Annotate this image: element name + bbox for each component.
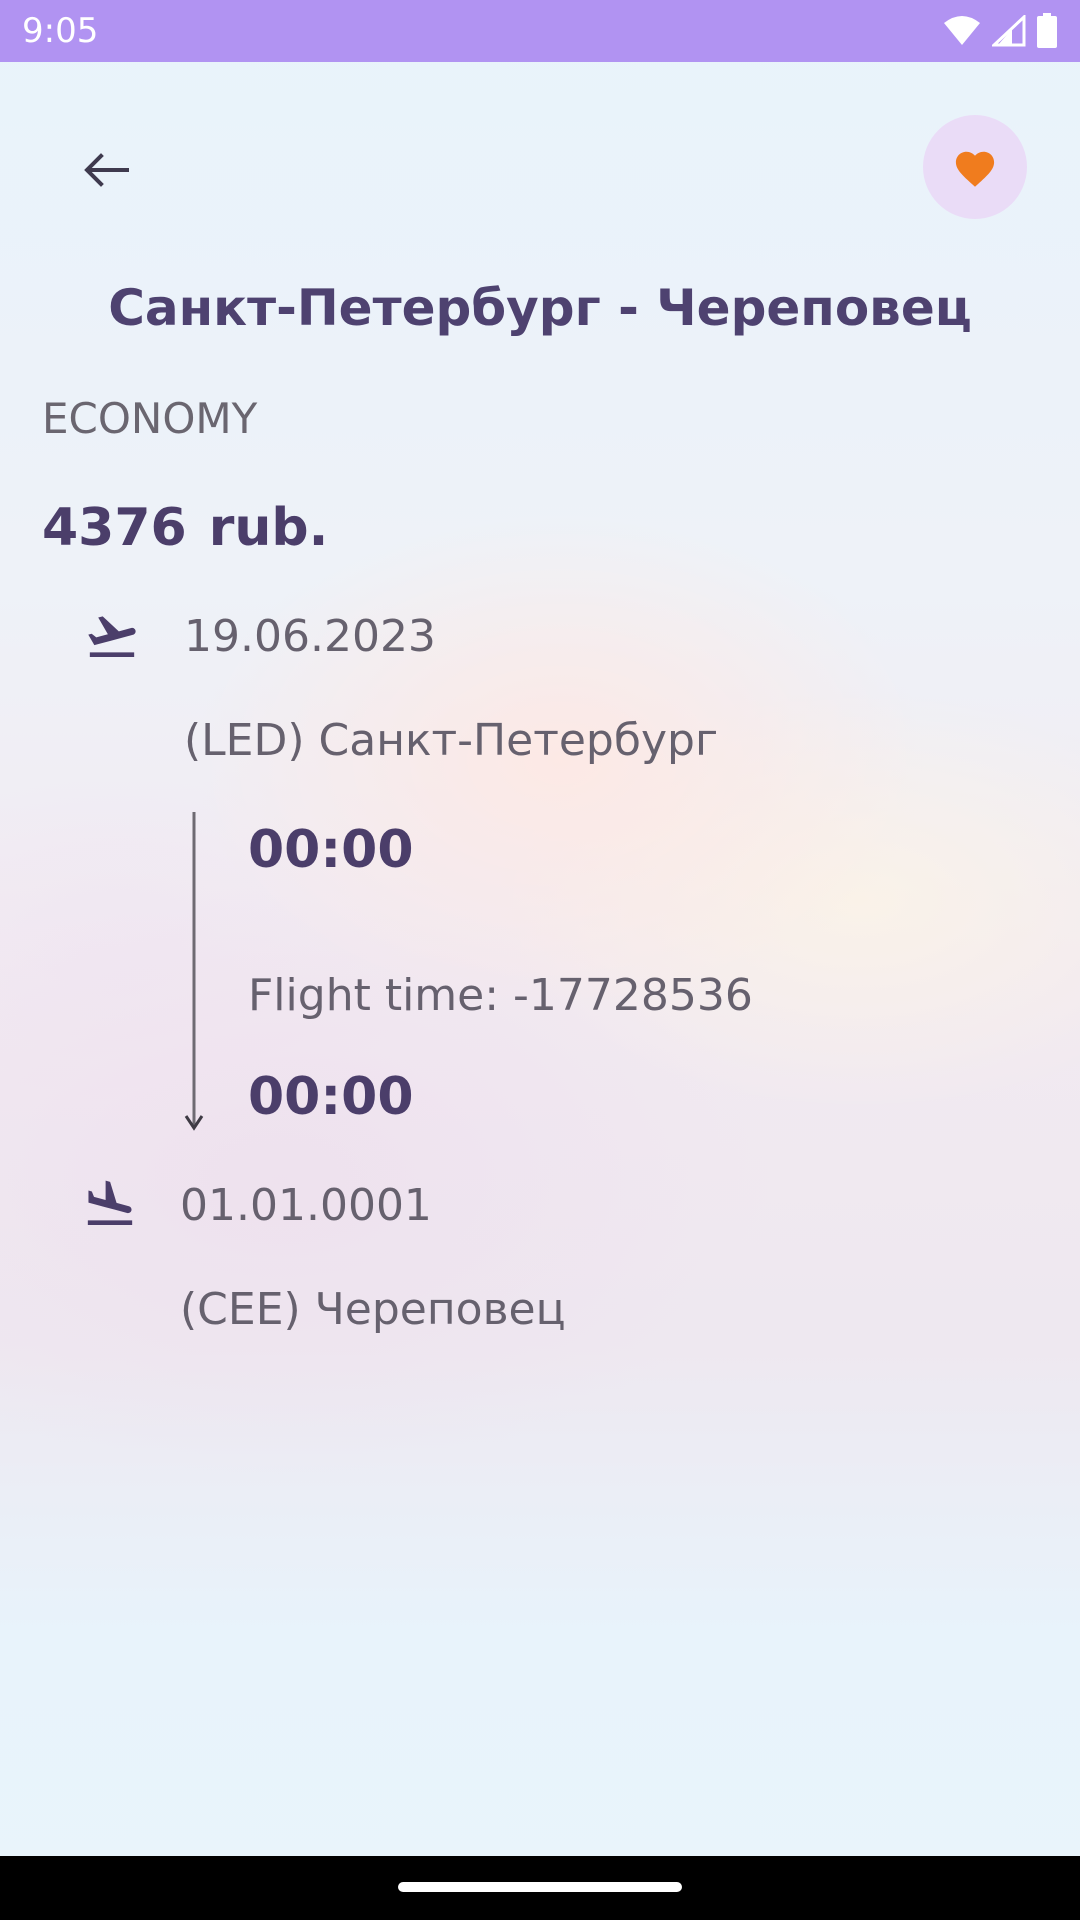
arrival-date: 01.01.0001 (180, 1180, 432, 1231)
arrival-time: 00:00 (248, 1067, 414, 1127)
departure-date: 19.06.2023 (184, 611, 436, 662)
favorite-button[interactable] (923, 115, 1027, 219)
heart-icon (955, 151, 995, 187)
route-title: Санкт-Петербург - Череповец (108, 279, 972, 337)
navigation-bar (0, 1856, 1080, 1920)
arrival-airport: (CEE) Череповец (180, 1284, 566, 1335)
price-currency: rub. (208, 498, 329, 558)
home-indicator[interactable] (398, 1882, 682, 1892)
wifi-icon (944, 16, 980, 45)
status-time: 9:05 (22, 11, 99, 51)
status-bar: 9:05 (0, 0, 1080, 62)
departure-time: 00:00 (248, 820, 414, 880)
battery-icon (1037, 13, 1057, 48)
price-amount: 4376 (42, 498, 187, 558)
takeoff-icon (88, 616, 136, 657)
arrow-left-icon (84, 153, 129, 187)
flight-time: Flight time: -17728536 (248, 970, 753, 1021)
back-button[interactable] (64, 128, 148, 212)
class-label: ECONOMY (42, 394, 258, 443)
status-icons (942, 12, 1058, 50)
landing-icon (87, 1180, 133, 1225)
signal-icon (992, 15, 1026, 47)
timeline-arrow (184, 812, 204, 1131)
price: 4376 rub. (42, 498, 328, 558)
departure-airport: (LED) Санкт-Петербург (184, 715, 719, 766)
